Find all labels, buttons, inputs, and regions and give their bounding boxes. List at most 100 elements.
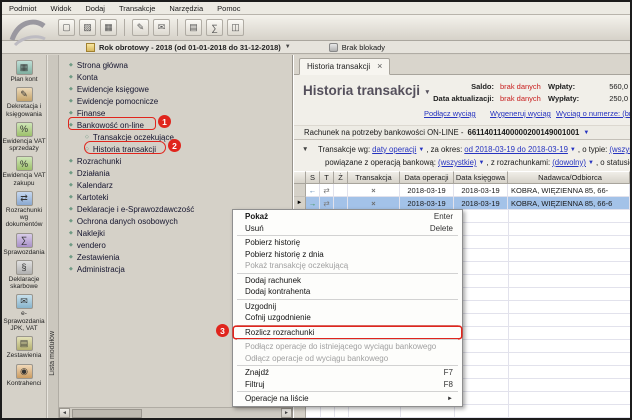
menu-item-pobierz-historie[interactable]: Pobierz historię: [234, 237, 461, 249]
wyciag-o-numerze-link[interactable]: Wyciąg o numerze: (brak: [556, 109, 630, 118]
menu-item-uzgodnij[interactable]: Uzgodnij: [234, 301, 461, 313]
save-icon[interactable]: ▦: [100, 19, 117, 36]
menu-podmiot[interactable]: Podmiot: [2, 4, 44, 13]
dropdown-icon[interactable]: ▼: [570, 147, 576, 153]
module-label: Zestawienia: [2, 352, 46, 359]
tree-bullet-icon: ◆: [69, 62, 73, 68]
menu-item-cofnij-uzgodnienie[interactable]: Cofnij uzgodnienie: [234, 312, 461, 324]
table-row[interactable]: ← ⇄ × 2018-03-19 2018-03-19 KOBRA, WIĘZI…: [294, 184, 630, 197]
fiscal-year-label[interactable]: Rok obrotowy - 2018 (od 01-01-2018 do 31…: [99, 43, 281, 52]
window-icon[interactable]: ◫: [227, 19, 244, 36]
tree-item-strona-glowna[interactable]: ◆Strona główna: [63, 59, 290, 71]
menu-item-dodaj-rachunek[interactable]: Dodaj rachunek: [234, 275, 461, 287]
dekretacja-icon: ✎: [16, 87, 33, 102]
scrollbar-thumb[interactable]: [72, 409, 142, 418]
menu-item-dodaj-kontrahenta[interactable]: Dodaj kontrahenta: [234, 286, 461, 298]
menu-item-label: Podłącz operacje do istniejącego wyciągu…: [245, 342, 436, 351]
module-vat-sprzedazy[interactable]: % Ewidencja VAT sprzedaży: [2, 122, 46, 153]
menu-item-label: Usuń: [245, 224, 264, 233]
mail-icon[interactable]: ✉: [153, 19, 170, 36]
module-kontrahenci[interactable]: ◉ Kontrahenci: [2, 364, 46, 387]
tree-item-dzialania[interactable]: ◆Działania: [63, 167, 290, 179]
account-selector[interactable]: Rachunek na potrzeby bankowości ON-LINE …: [294, 125, 630, 140]
tree-horizontal-scrollbar[interactable]: ◄ ►: [59, 407, 292, 418]
tree-item-ewidencje-ksiegowe[interactable]: ◆Ewidencje księgowe: [63, 83, 290, 95]
column-header-transakcja[interactable]: Transakcja: [348, 171, 400, 184]
menu-item-rozlicz-rozrachunki[interactable]: Rozlicz rozrachunki: [234, 327, 461, 339]
fiscal-year-dropdown-icon[interactable]: ▼: [285, 44, 291, 50]
module-zestawienia[interactable]: ▤ Zestawienia: [2, 336, 46, 359]
tree-item-konta[interactable]: ◆Konta: [63, 71, 290, 83]
module-esprawozdania[interactable]: ✉ e-Sprawozdania JPK, VAT: [2, 294, 46, 332]
open-icon[interactable]: ▨: [79, 19, 96, 36]
tree-bullet-icon: ◆: [69, 194, 73, 200]
menu-item-odlacz-operacje: Odłącz operacje od wyciągu bankowego: [234, 353, 461, 365]
scroll-right-button[interactable]: ►: [281, 408, 292, 418]
filters-collapse-icon[interactable]: ▼: [302, 146, 308, 153]
sum-icon[interactable]: ∑: [206, 19, 223, 36]
menu-item-pobierz-historie-z-dnia[interactable]: Pobierz historię z dnia: [234, 249, 461, 261]
menu-item-label: Operacje na liście: [245, 394, 309, 403]
tree-item-finanse[interactable]: ◆Finanse: [63, 107, 290, 119]
tree-bullet-icon: ◇: [85, 134, 89, 140]
filter-wg-value[interactable]: daty operacji: [372, 145, 416, 154]
module-plan-kont[interactable]: ▦ Plan kont: [2, 60, 46, 83]
new-icon[interactable]: ▢: [58, 19, 75, 36]
menu-narzedzia[interactable]: Narzędzia: [162, 4, 210, 13]
module-dekretacja[interactable]: ✎ Dekretacja i księgowania: [2, 87, 46, 118]
menu-item-pokaz[interactable]: Pokaż Enter: [234, 211, 461, 223]
column-header-t[interactable]: T: [320, 171, 334, 184]
filter-okres-value[interactable]: od 2018-03-19 do 2018-03-19: [464, 145, 568, 154]
dropdown-icon[interactable]: ▼: [418, 147, 424, 153]
dropdown-icon[interactable]: ▼: [588, 160, 594, 166]
menu-pomoc[interactable]: Pomoc: [210, 4, 247, 13]
tree-item-rozrachunki[interactable]: ◆Rozrachunki: [63, 155, 290, 167]
tree-item-ewidencje-pomocnicze[interactable]: ◆Ewidencje pomocnicze: [63, 95, 290, 107]
menu-item-filtruj[interactable]: Filtruj F8: [234, 379, 461, 391]
module-sprawozdania[interactable]: ∑ Sprawozdania: [2, 233, 46, 256]
module-rozrachunki[interactable]: ⇄ Rozrachunki wg dokumentów: [2, 191, 46, 229]
column-header-data-operacji[interactable]: Data operacji: [400, 171, 454, 184]
filter-typ-value[interactable]: (wszystkie): [609, 145, 630, 154]
modules-strip[interactable]: Lista modułów: [47, 55, 59, 418]
column-header-data-ksiegowa[interactable]: Data księgowa: [454, 171, 508, 184]
deklaracje-icon: §: [16, 260, 33, 275]
module-deklaracje[interactable]: § Deklaracje skarbowe: [2, 260, 46, 291]
menu-bar: Podmiot Widok Dodaj Transakcje Narzędzia…: [2, 2, 630, 15]
module-label: Sprawozdania: [2, 249, 46, 256]
module-vat-zakupu[interactable]: % Ewidencja VAT zakupu: [2, 156, 46, 187]
tree-item-label: vendero: [77, 241, 106, 250]
edit-icon[interactable]: ✎: [132, 19, 149, 36]
wygeneruj-wyciag-link[interactable]: Wygeneruj wyciąg: [490, 109, 551, 118]
filter-powiazane-value[interactable]: (wszystkie): [438, 158, 477, 167]
tree-item-kartoteki[interactable]: ◆Kartoteki: [63, 191, 290, 203]
module-label: Dekretacja i księgowania: [2, 103, 46, 118]
menu-item-znajdz[interactable]: Znajdź F7: [234, 367, 461, 379]
tab-close-icon[interactable]: ×: [377, 62, 382, 71]
tree-item-kalendarz[interactable]: ◆Kalendarz: [63, 179, 290, 191]
menu-item-operacje-na-liscie[interactable]: Operacje na liście ►: [234, 393, 461, 405]
wplaty-label: Wpłaty:: [548, 82, 575, 91]
column-header-nadawca[interactable]: Nadawca/Odbiorca: [508, 171, 630, 184]
rozrachunki-icon: ⇄: [16, 191, 33, 206]
report-icon[interactable]: ▤: [185, 19, 202, 36]
tab-historia-transakcji[interactable]: Historia transakcji ×: [299, 58, 390, 75]
scroll-left-button[interactable]: ◄: [59, 408, 70, 418]
column-header-z[interactable]: Ż: [334, 171, 348, 184]
menu-item-label: Dodaj kontrahenta: [245, 287, 310, 296]
menu-separator: [237, 365, 458, 366]
menu-item-usun[interactable]: Usuń Delete: [234, 223, 461, 235]
podlacz-wyciag-link[interactable]: Podłącz wyciąg: [424, 109, 476, 118]
menu-widok[interactable]: Widok: [44, 4, 79, 13]
column-header-s[interactable]: S: [306, 171, 320, 184]
filter-rozrachunki-value[interactable]: (dowolny): [552, 158, 586, 167]
menu-dodaj[interactable]: Dodaj: [78, 4, 112, 13]
menu-transakcje[interactable]: Transakcje: [112, 4, 162, 13]
dropdown-icon[interactable]: ▼: [479, 160, 485, 166]
account-dropdown-icon[interactable]: ▼: [583, 130, 589, 136]
menu-item-label: Dodaj rachunek: [245, 276, 301, 285]
tree-item-bankowosc-on-line[interactable]: ◆Bankowość on-line: [63, 119, 290, 131]
app-window: Podmiot Widok Dodaj Transakcje Narzędzia…: [0, 0, 632, 420]
menu-item-shortcut: F8: [444, 380, 453, 389]
filter-line-1: Transakcje wg: daty operacji ▼ , za okre…: [318, 143, 630, 156]
